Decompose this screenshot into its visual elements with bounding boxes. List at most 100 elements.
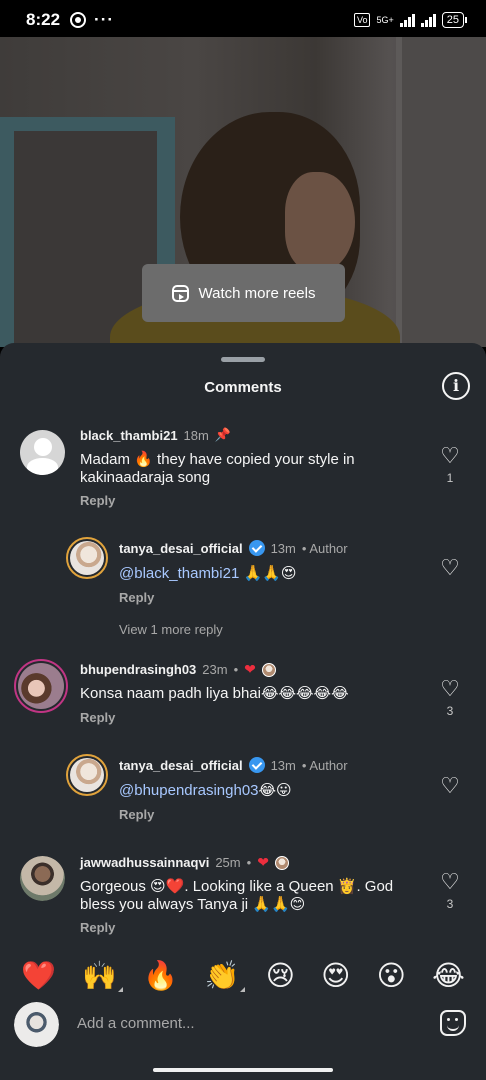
avatar[interactable]: [20, 856, 65, 901]
reaction-surprised[interactable]: 😮: [377, 959, 406, 992]
separator-dot: •: [246, 855, 252, 870]
comment-meta: tanya_desai_official 13m • Author: [119, 757, 348, 773]
like-button[interactable]: ♡ 1: [438, 443, 462, 486]
skin-tone-indicator: [240, 986, 246, 992]
avatar[interactable]: [14, 659, 68, 713]
timestamp: 13m: [270, 540, 296, 556]
battery-icon: 25: [441, 12, 468, 28]
avatar[interactable]: [66, 754, 108, 796]
reply-button[interactable]: Reply: [119, 807, 154, 822]
signal-icon-2: [420, 13, 436, 27]
status-time: 8:22: [26, 10, 61, 29]
heart-icon: ♡: [440, 555, 460, 580]
video-person-face: [285, 172, 355, 272]
sticker-icon[interactable]: [440, 1010, 466, 1036]
separator-dot: •: [233, 662, 239, 677]
system-icons: Vo 5G+ 25: [353, 12, 468, 28]
timestamp: 18m: [183, 427, 209, 443]
author-text: Author: [309, 540, 348, 556]
reaction-raised-hands[interactable]: 🙌: [82, 959, 124, 992]
like-button[interactable]: ♡: [438, 775, 462, 797]
author-text: Author: [309, 757, 348, 773]
author-label: • Author: [301, 540, 348, 556]
drag-handle[interactable]: [221, 357, 265, 362]
signal-icon: [399, 13, 415, 27]
sheet-title: Comments: [204, 379, 282, 396]
avatar-image: [20, 856, 65, 901]
comment-meta: bhupendrasingh03 23m • ❤: [80, 661, 276, 678]
heart-icon: ♡: [440, 869, 460, 894]
comment-text: @black_thambi21 🙏🙏😍: [119, 565, 296, 583]
my-avatar-image: [14, 1002, 59, 1047]
reaction-fire[interactable]: 🔥: [143, 959, 178, 992]
whatsapp-icon: [70, 12, 87, 28]
like-count: 3: [446, 897, 454, 911]
watch-more-reels-button[interactable]: Watch more reels: [142, 264, 345, 322]
author-label: • Author: [301, 757, 348, 773]
reply-button[interactable]: Reply: [80, 920, 115, 935]
verified-badge-icon: [248, 540, 265, 556]
info-icon[interactable]: i: [442, 372, 470, 400]
quick-reactions: ❤️ 🙌 🔥 👏 😢 😍 😮 😂: [0, 955, 486, 995]
username[interactable]: bhupendrasingh03: [80, 662, 196, 677]
comment-text: Konsa naam padh liya bhai😂😂😂😂😂: [80, 685, 349, 702]
avatar-image: [18, 663, 64, 709]
timestamp: 25m: [215, 855, 241, 870]
like-count: 1: [446, 471, 454, 485]
reply-button[interactable]: Reply: [80, 710, 115, 725]
reels-icon: [171, 284, 189, 302]
reaction-clap[interactable]: 👏: [204, 959, 246, 992]
like-button[interactable]: ♡ 3: [438, 869, 462, 912]
like-button[interactable]: ♡: [438, 557, 462, 579]
mention[interactable]: @black_thambi21: [119, 565, 239, 582]
reaction-emoji: 👏: [204, 959, 240, 991]
like-button[interactable]: ♡ 3: [438, 676, 462, 719]
more-notifications-icon: ···: [94, 10, 115, 29]
skin-tone-indicator: [118, 986, 124, 992]
comment-meta: tanya_desai_official 13m • Author: [119, 540, 348, 556]
video-door: [396, 37, 486, 347]
creator-avatar: [274, 855, 289, 870]
creator-avatar: [261, 662, 276, 677]
comment-input-bar: Add a comment...: [0, 998, 486, 1054]
my-avatar: [14, 1002, 59, 1047]
like-count: 3: [446, 704, 454, 718]
heart-icon: ♡: [440, 443, 460, 468]
pin-icon: 📌: [214, 427, 232, 442]
avatar-image: [70, 758, 104, 792]
reaction-heart[interactable]: ❤️: [21, 959, 56, 992]
reaction-emoji: 🙌: [82, 959, 118, 991]
avatar-image: [70, 541, 104, 575]
avatar[interactable]: [66, 537, 108, 579]
home-indicator[interactable]: [153, 1068, 333, 1072]
username[interactable]: tanya_desai_official: [119, 541, 243, 556]
status-bar: 8:22 ··· Vo 5G+ 25: [0, 0, 486, 40]
verified-badge-icon: [248, 757, 265, 773]
view-more-replies-button[interactable]: View 1 more reply: [119, 622, 223, 637]
timestamp: 13m: [270, 757, 296, 773]
network-type: 5G+: [376, 15, 394, 25]
reaction-crying[interactable]: 😢: [266, 959, 295, 992]
comment-input[interactable]: Add a comment...: [77, 1015, 195, 1032]
avatar[interactable]: [20, 430, 65, 475]
watch-more-reels-label: Watch more reels: [198, 284, 316, 302]
username[interactable]: black_thambi21: [80, 428, 178, 443]
heart-icon: ♡: [440, 773, 460, 798]
heart-icon: ♡: [440, 676, 460, 701]
username[interactable]: tanya_desai_official: [119, 758, 243, 773]
comment-text: @bhupendrasingh03😂😛: [119, 782, 292, 800]
reaction-laughing[interactable]: 😂: [432, 959, 465, 992]
reaction-heart-eyes[interactable]: 😍: [321, 959, 350, 992]
username[interactable]: jawwadhussainnaqvi: [80, 855, 209, 870]
comment-meta: black_thambi21 18m 📌: [80, 427, 231, 443]
creator-liked-heart-icon: ❤: [244, 661, 256, 677]
comment-text: Madam 🔥 they have copied your style in k…: [80, 451, 355, 486]
notification-icons: ···: [70, 10, 114, 30]
comment-body: 🙏🙏😍: [239, 565, 297, 582]
mention[interactable]: @bhupendrasingh03: [119, 782, 259, 799]
comment-text: Gorgeous 😍❤️. Looking like a Queen 👸. Go…: [80, 878, 394, 913]
creator-liked-heart-icon: ❤: [257, 854, 269, 870]
reply-button[interactable]: Reply: [80, 493, 115, 508]
reply-button[interactable]: Reply: [119, 590, 154, 605]
volte-icon: Vo: [353, 13, 371, 27]
